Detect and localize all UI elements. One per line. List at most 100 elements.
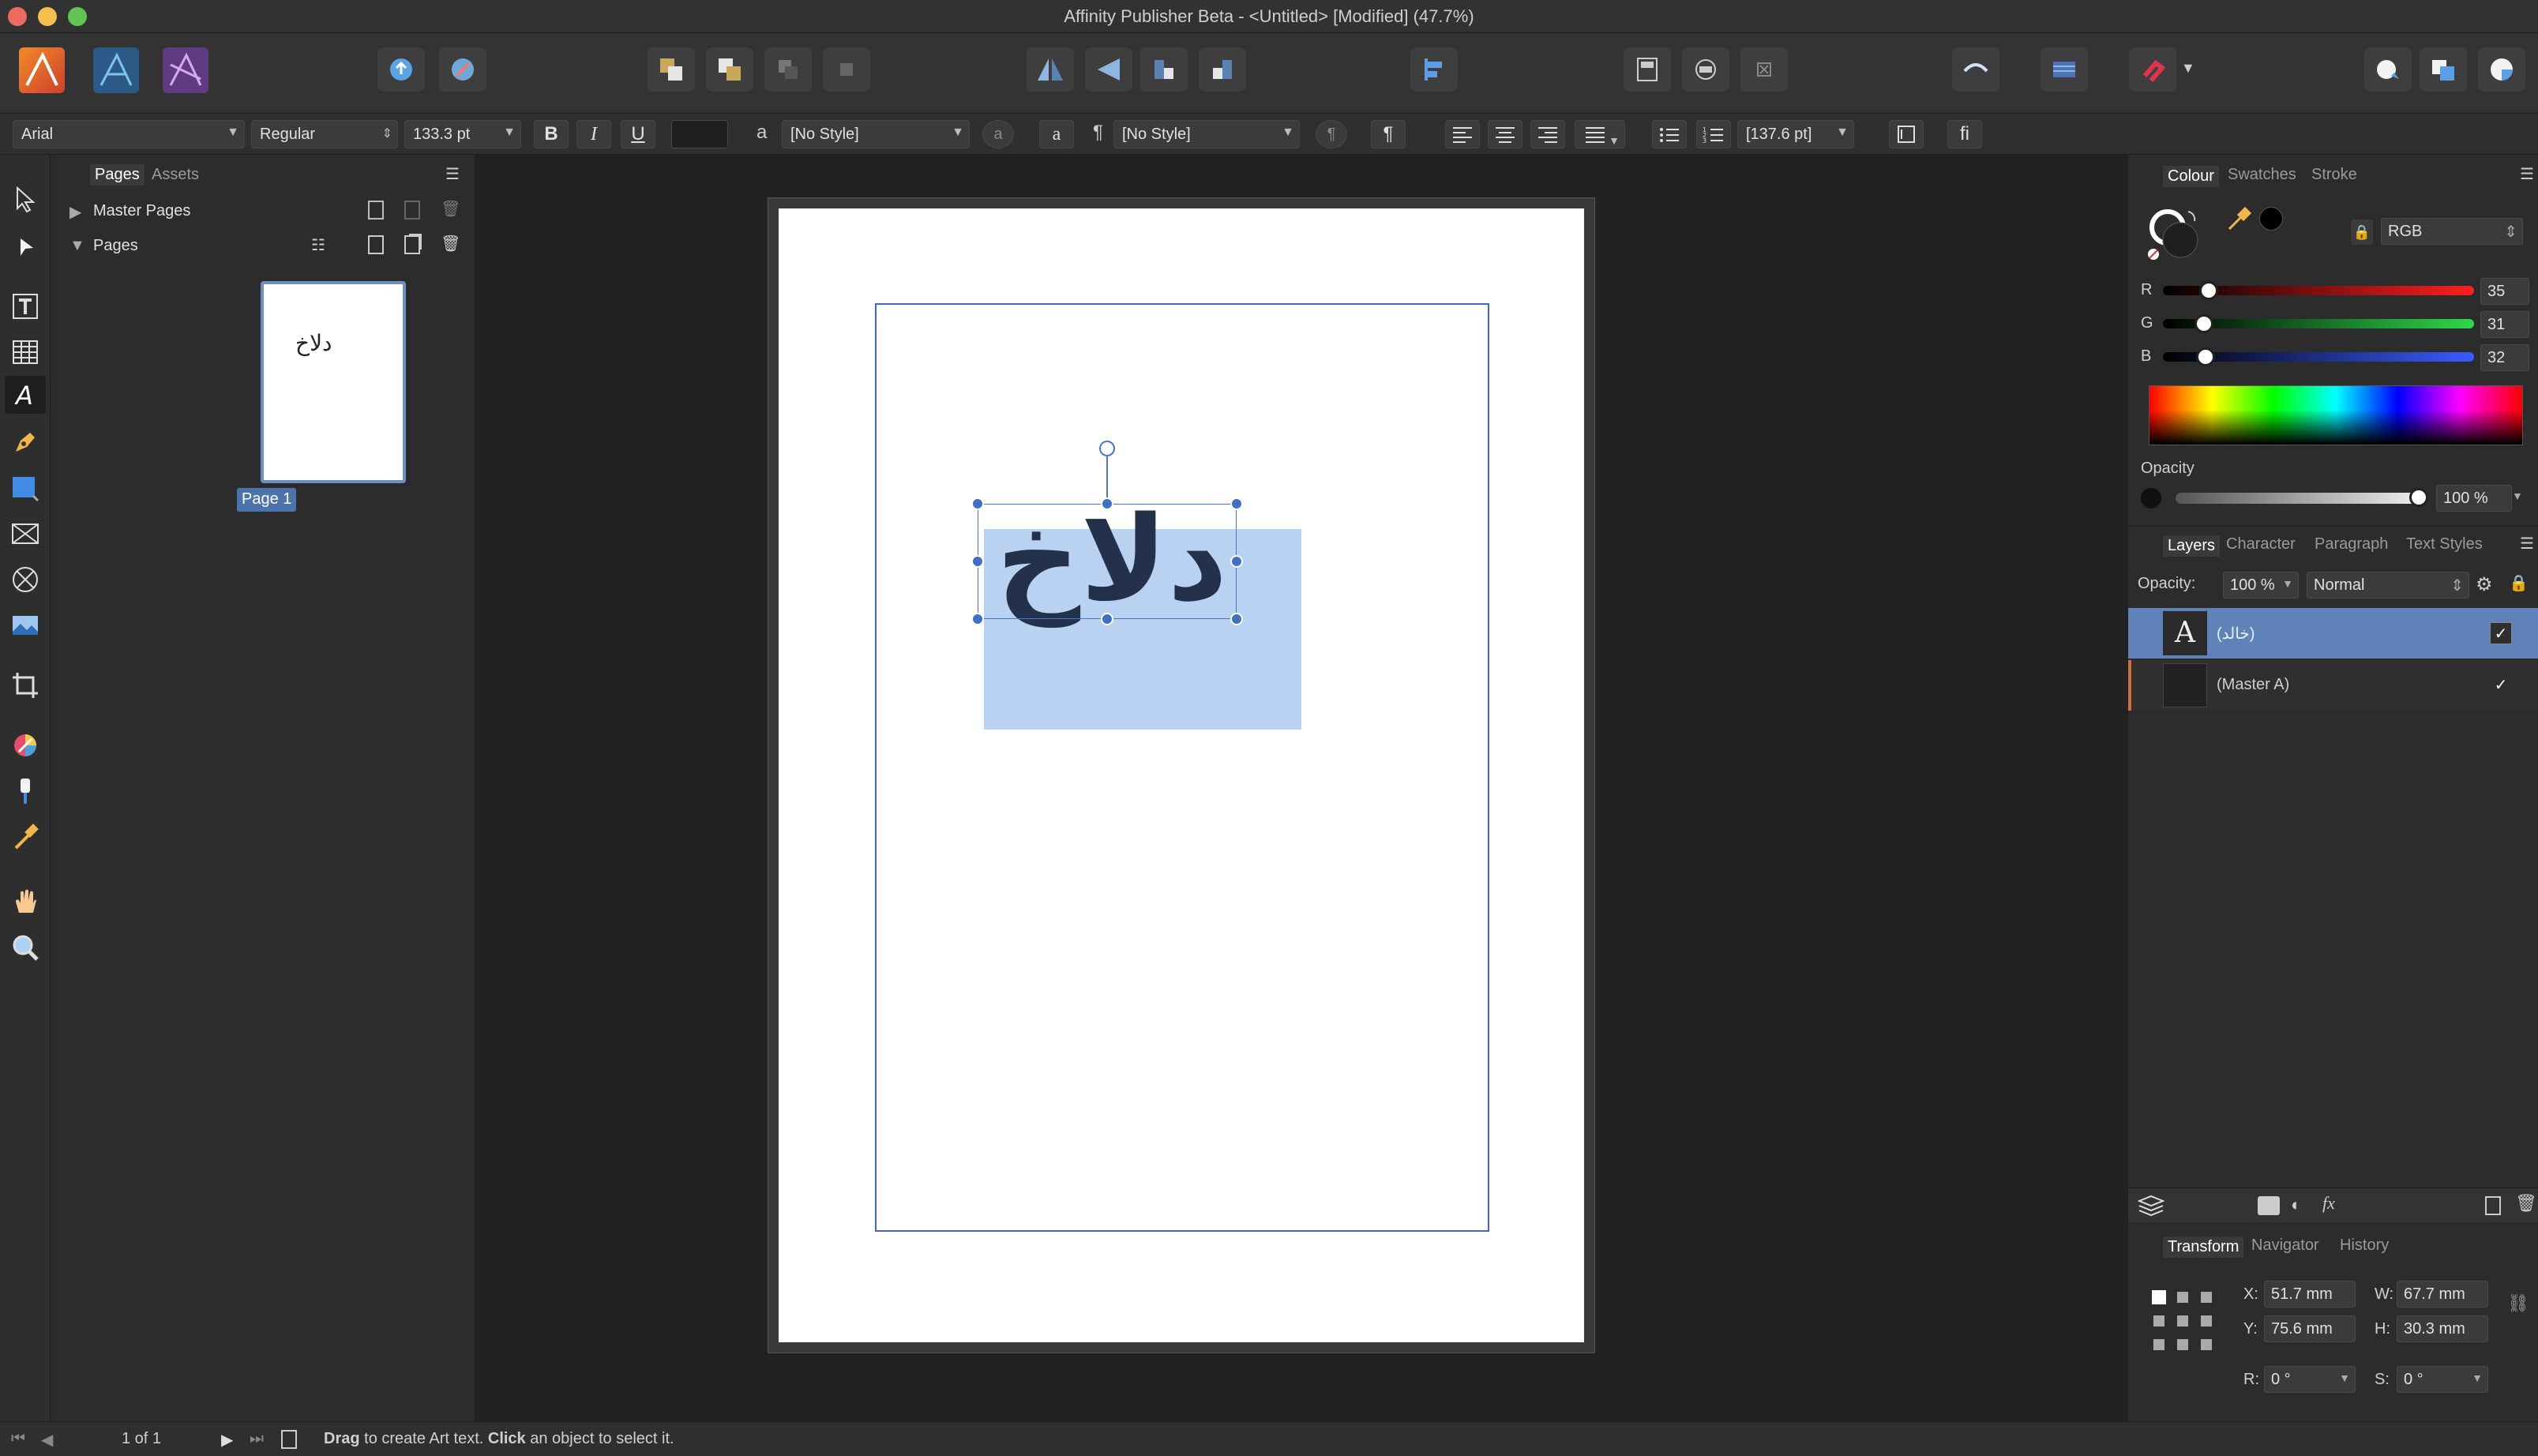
snapping-options-caret-icon[interactable]: ▼ [2181,60,2195,77]
layer-row[interactable]: (Master A) ✓ [2128,660,2538,711]
link-icon[interactable]: ⛓ [2507,1293,2529,1314]
y-field[interactable]: 75.6 mm [2264,1315,2356,1342]
duplicate-master-icon[interactable] [404,201,420,220]
geometry-button[interactable] [2478,47,2525,92]
justify-button[interactable]: ▼ [1575,120,1625,148]
height-field[interactable]: 30.3 mm [2397,1315,2488,1342]
rotate-right-button[interactable] [1199,47,1246,92]
align-center-button[interactable] [1488,120,1522,148]
tab-text-styles[interactable]: Text Styles [2406,535,2483,554]
tab-layers[interactable]: Layers [2163,535,2221,557]
lock-icon[interactable]: 🔒 [2351,220,2373,245]
rectangle-tool-icon[interactable] [9,472,41,504]
place-image-tool-icon[interactable] [9,610,41,641]
transparency-tool-icon[interactable] [9,775,41,807]
width-field[interactable]: 67.7 mm [2397,1281,2488,1308]
table-tool-icon[interactable] [9,336,41,368]
underline-button[interactable]: U [621,120,655,148]
trash-icon[interactable]: 🗑 [441,199,460,219]
shear-field[interactable]: 0 ° ▼ [2397,1366,2488,1393]
pages-row[interactable]: ▼ Pages ☷ 🗑 [57,231,475,262]
assistant-button[interactable] [2364,47,2412,92]
fill-tool-icon[interactable] [9,730,41,761]
flip-vertical-button[interactable] [1085,47,1132,92]
font-size-field[interactable]: 133.3 pt ▼ [404,120,521,148]
send-backward-button[interactable] [764,47,812,92]
zoom-tool-icon[interactable] [9,932,41,963]
blue-value-field[interactable]: 32 [2480,344,2529,371]
opacity-slider-thumb[interactable] [2409,488,2428,507]
snapping-button[interactable] [1952,47,1999,92]
bullet-list-button[interactable] [1652,120,1687,148]
tab-swatches[interactable]: Swatches [2228,166,2296,184]
frame-text-tool-icon[interactable] [9,291,41,322]
anchor-point-selector[interactable] [2150,1289,2217,1355]
layer-opacity-field[interactable]: 100 % ▼ [2223,572,2299,599]
resize-handle-bottom[interactable] [1101,613,1113,625]
hand-tool-icon[interactable] [9,886,41,918]
tab-navigator[interactable]: Navigator [2251,1236,2319,1255]
color-picker-tool-icon[interactable] [9,821,41,853]
text-fill-swatch[interactable] [671,120,728,148]
resize-handle-top[interactable] [1101,497,1113,510]
resize-handle-left[interactable] [971,555,984,568]
boolean-button[interactable] [2420,47,2467,92]
picked-colour-swatch[interactable] [2259,207,2283,231]
rotation-field[interactable]: 0 ° ▼ [2264,1366,2356,1393]
rotate-left-button[interactable] [1140,47,1188,92]
master-pages-row[interactable]: ▶ Master Pages 🗑 [57,196,475,227]
last-page-icon[interactable]: ⏭ [250,1430,264,1448]
view-mode-button[interactable] [2041,47,2088,92]
align-right-button[interactable] [1530,120,1565,148]
send-to-back-button[interactable] [823,47,870,92]
photo-persona-icon[interactable] [163,47,208,93]
publisher-persona-icon[interactable] [19,47,65,93]
red-slider-thumb[interactable] [2199,281,2218,300]
paragraph-panel-button[interactable]: ¶ [1371,120,1406,148]
lock-icon[interactable]: 🔒 [2509,573,2529,593]
resize-handle-bottom-right[interactable] [1230,613,1243,625]
pen-tool-icon[interactable] [9,426,41,458]
artistic-text-tool-icon[interactable]: A [9,379,41,411]
opacity-slider[interactable] [2176,493,2420,504]
layer-stack-icon[interactable] [2138,1195,2164,1217]
tab-pages[interactable]: Pages [90,164,145,186]
italic-button[interactable]: I [576,120,611,148]
crop-tool-icon[interactable] [9,670,41,701]
leading-field[interactable]: [137.6 pt] ▼ [1737,120,1854,148]
trash-icon[interactable]: 🗑 [2515,1193,2537,1214]
bold-button[interactable]: B [534,120,569,148]
layer-visibility-checkbox[interactable]: ✓ [2490,674,2512,696]
text-frame-button[interactable] [1624,47,1671,92]
share-button[interactable] [377,47,425,92]
font-family-select[interactable]: Arial ▼ [13,120,245,148]
red-value-field[interactable]: 35 [2480,278,2529,305]
add-master-icon[interactable] [368,201,384,220]
bring-to-front-button[interactable] [648,47,695,92]
tab-character[interactable]: Character [2226,535,2296,554]
tab-stroke[interactable]: Stroke [2311,166,2357,184]
clear-paragraph-style-icon[interactable]: ¶ [1316,120,1347,148]
bring-forward-button[interactable] [706,47,753,92]
flip-horizontal-button[interactable] [1027,47,1074,92]
node-tool-icon[interactable] [9,231,41,262]
tab-history[interactable]: History [2340,1236,2389,1255]
trash-icon[interactable]: 🗑 [441,234,460,253]
tab-colour[interactable]: Colour [2163,166,2219,187]
rotation-handle[interactable] [1099,441,1115,456]
panel-menu-icon[interactable]: ☰ [2520,534,2534,554]
move-tool-icon[interactable] [9,183,41,215]
gear-icon[interactable]: ⚙ [2476,573,2493,596]
eyedropper-icon[interactable] [2226,207,2251,232]
tab-paragraph[interactable]: Paragraph [2315,535,2388,554]
ellipse-frame-tool-icon[interactable] [9,564,41,595]
paragraph-style-select[interactable]: [No Style] ▼ [1113,120,1300,148]
resize-handle-bottom-left[interactable] [971,613,984,625]
duplicate-page-icon[interactable] [404,235,420,254]
canvas[interactable]: دلاخ [475,155,2127,1421]
chevron-down-icon[interactable]: ▼ [2512,490,2523,502]
remove-wrap-button[interactable] [1740,47,1788,92]
panel-menu-icon[interactable]: ☰ [445,164,460,184]
x-field[interactable]: 51.7 mm [2264,1281,2356,1308]
adjustment-icon[interactable]: ◐ [2291,1195,2301,1215]
